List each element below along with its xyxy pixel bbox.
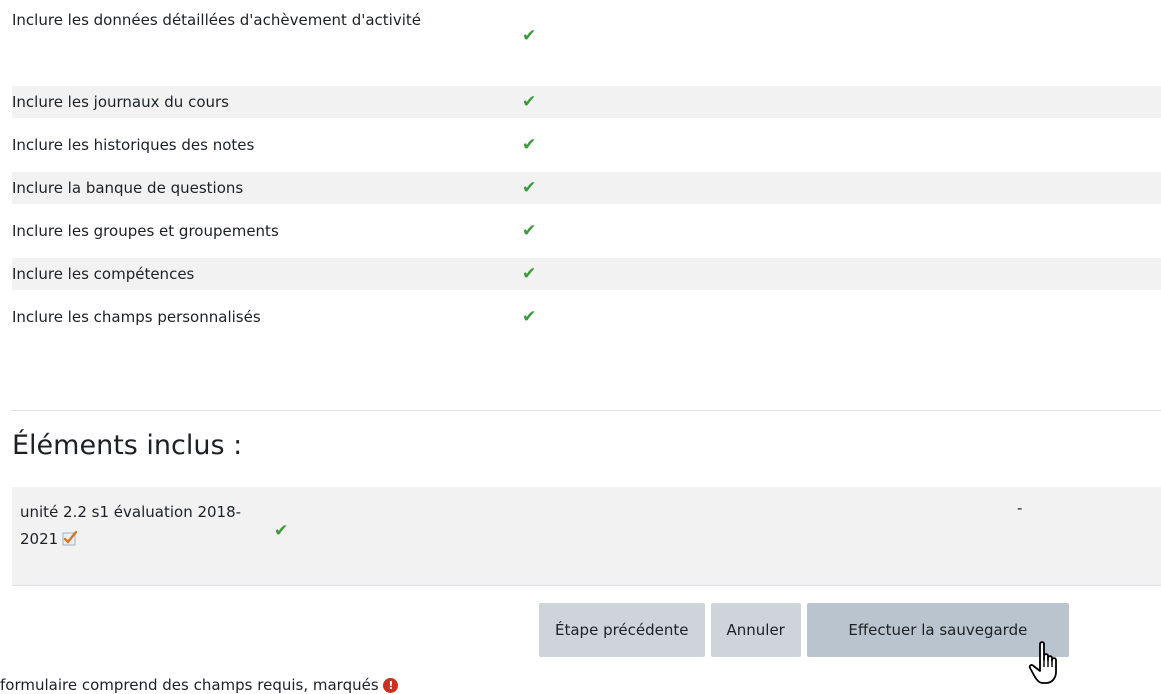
setting-label: Inclure les champs personnalisés (12, 308, 261, 326)
check-icon: ✔ (522, 264, 537, 284)
check-icon: ✔ (522, 221, 537, 241)
setting-label: Inclure les données détaillées d'achèvem… (12, 11, 421, 29)
included-item-value: - (1017, 499, 1023, 517)
hand-pointer-cursor-icon (1028, 641, 1057, 684)
setting-label: Inclure les compétences (12, 265, 195, 283)
check-icon: ✔ (274, 521, 289, 541)
setting-row-course-logs: Inclure les journaux du cours ✔ (12, 86, 1161, 118)
setting-row-custom-fields: Inclure les champs personnalisés ✔ (12, 290, 1161, 344)
setting-row-question-bank: Inclure la banque de questions ✔ (12, 172, 1161, 204)
edit-checkbox-icon[interactable] (62, 528, 78, 546)
backup-settings-list: Inclure les données détaillées d'achèvem… (12, 0, 1161, 344)
included-item-row: unité 2.2 s1 évaluation 2018-2021 ✔ - (12, 487, 1161, 586)
required-exclamation-icon: ! (383, 678, 399, 693)
setting-row-activity-completion: Inclure les données détaillées d'achèvem… (12, 0, 1161, 86)
check-icon: ✔ (522, 92, 537, 112)
included-item-name-cell: unité 2.2 s1 évaluation 2018-2021 (20, 499, 250, 553)
previous-step-button[interactable]: Étape précédente (539, 603, 705, 657)
cancel-button[interactable]: Annuler (710, 603, 801, 657)
action-buttons: Étape précédente Annuler Effectuer la sa… (539, 603, 1069, 657)
check-icon: ✔ (522, 26, 537, 46)
section-divider (12, 410, 1161, 411)
included-item-name: unité 2.2 s1 évaluation 2018-2021 (20, 503, 242, 548)
included-items-heading: Éléments inclus : (12, 430, 243, 461)
check-icon: ✔ (522, 135, 537, 155)
required-fields-text: formulaire comprend des champs requis, m… (0, 676, 379, 694)
check-icon: ✔ (522, 178, 537, 198)
setting-row-grade-history: Inclure les historiques des notes ✔ (12, 118, 1161, 172)
setting-row-competencies: Inclure les compétences ✔ (12, 258, 1161, 290)
setting-label: Inclure les groupes et groupements (12, 222, 279, 240)
setting-label: Inclure les journaux du cours (12, 93, 229, 111)
setting-label: Inclure la banque de questions (12, 179, 244, 197)
setting-row-groups: Inclure les groupes et groupements ✔ (12, 204, 1161, 258)
check-icon: ✔ (522, 307, 537, 327)
required-fields-note: formulaire comprend des champs requis, m… (0, 676, 399, 694)
setting-label: Inclure les historiques des notes (12, 136, 255, 154)
